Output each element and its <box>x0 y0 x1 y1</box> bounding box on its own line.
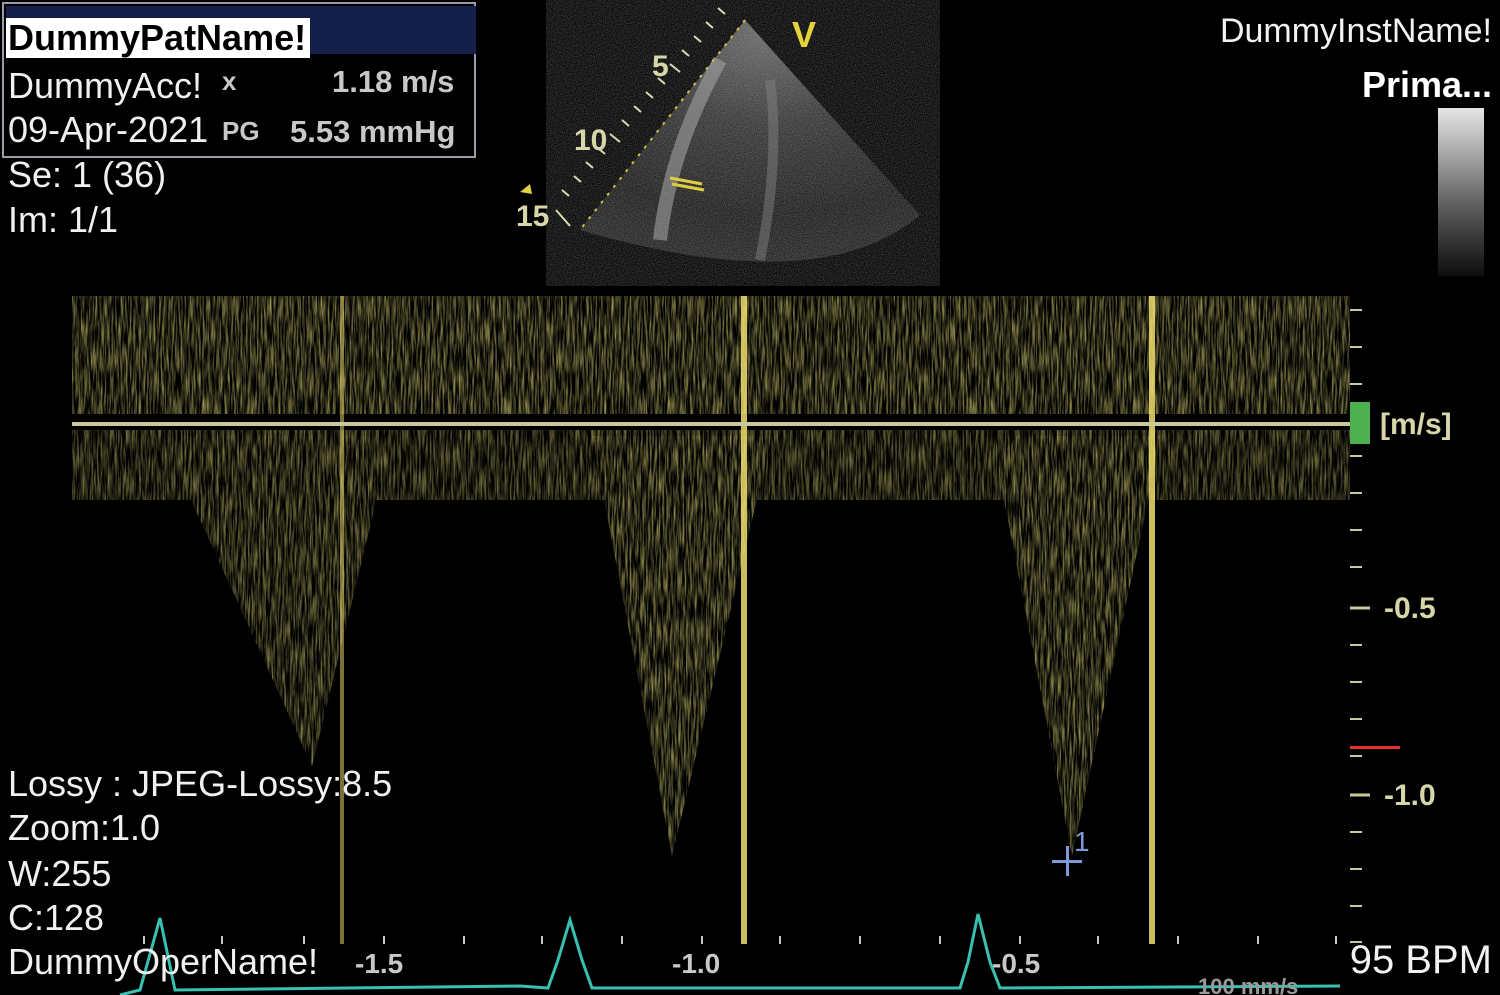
patient-name: DummyPatName! <box>6 18 311 58</box>
cursor-label: 1 <box>1074 826 1090 857</box>
time-label-neg-1-5: -1.5 <box>355 948 404 979</box>
grayscale-bar <box>1438 108 1484 276</box>
baseline-marker[interactable] <box>1350 402 1370 444</box>
pg-label: PG <box>222 116 260 146</box>
window-center: C:128 <box>8 897 105 938</box>
scale-tick-neg-1-0: -1.0 <box>1384 779 1436 812</box>
time-label-neg-1-0: -1.0 <box>672 948 721 979</box>
depth-label-5: 5 <box>652 50 669 83</box>
focus-marker-icon <box>520 184 532 194</box>
velocity-scale <box>1350 309 1370 943</box>
operator-name: DummyOperName! <box>8 941 319 982</box>
study-date: 09-Apr-2021 <box>8 109 209 150</box>
depth-label-10: 10 <box>574 124 608 157</box>
ultrasound-viewer: V 5 10 15 DummyPatName! DummyAcc! 09-Apr… <box>0 0 1500 995</box>
red-marker <box>1350 746 1400 749</box>
accession-number: DummyAcc! <box>8 65 203 106</box>
time-label-neg-0-5: -0.5 <box>992 948 1041 979</box>
scale-unit: [m/s] <box>1380 408 1452 441</box>
heart-rate: 95 BPM <box>1349 938 1492 982</box>
compression-info: Lossy : JPEG-Lossy:8.5 <box>8 763 393 804</box>
view-label: Prima... <box>1361 64 1492 105</box>
series-info: Se: 1 (36) <box>8 154 167 195</box>
image-info: Im: 1/1 <box>8 199 119 240</box>
doppler-spectrum[interactable] <box>72 296 1350 944</box>
velocity-value: 1.18 m/s <box>332 64 455 99</box>
zoom-level: Zoom:1.0 <box>8 807 161 848</box>
scale-tick-neg-0-5: -0.5 <box>1384 592 1436 625</box>
window-width: W:255 <box>8 853 112 894</box>
sector-marker: V <box>792 14 817 55</box>
velocity-label: x <box>222 66 237 96</box>
pg-value: 5.53 mmHg <box>290 114 456 149</box>
depth-label-15: 15 <box>516 200 550 233</box>
sweep-speed: 100 mm/s <box>1198 974 1299 995</box>
institution-name: DummyInstName! <box>1219 12 1492 50</box>
